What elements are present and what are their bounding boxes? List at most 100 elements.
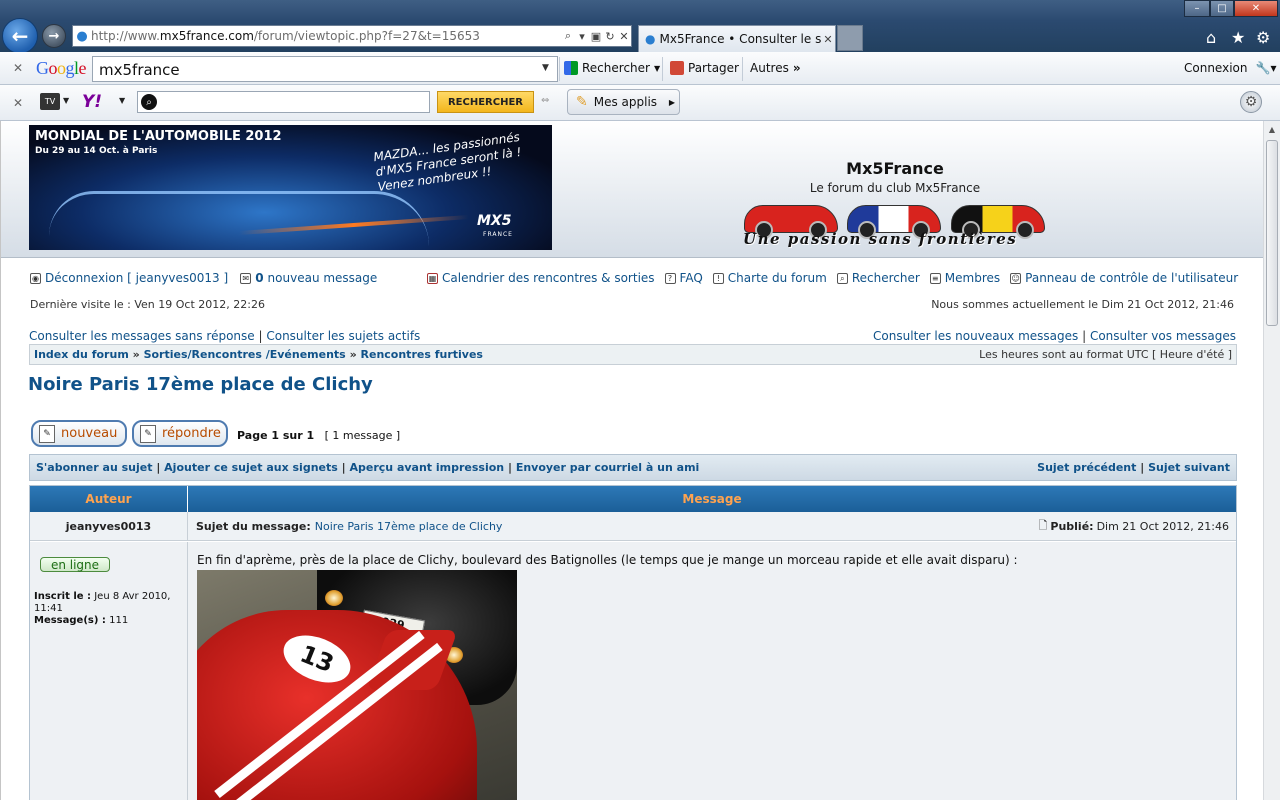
topic-title[interactable]: Noire Paris 17ème place de Clichy bbox=[28, 374, 373, 395]
mx5-logo-sub: FRANCE bbox=[483, 231, 513, 238]
new-topic-button[interactable]: ✎ nouveau bbox=[31, 420, 127, 447]
site-description: Le forum du club Mx5France bbox=[809, 181, 981, 195]
topic-actions-bar: S'abonner au sujet | Ajouter ce sujet au… bbox=[29, 454, 1237, 481]
belgian-car-icon bbox=[951, 205, 1045, 239]
address-bar[interactable]: ● http://www.mx5france.com/forum/viewtop… bbox=[72, 25, 632, 47]
toolbar-divider bbox=[559, 57, 560, 81]
arrow-right-icon: → bbox=[48, 28, 60, 44]
google-search-input[interactable]: mx5france bbox=[92, 56, 558, 82]
yahoo-search-input[interactable] bbox=[137, 91, 430, 113]
post-content: En fin d'aprème, près de la place de Cli… bbox=[188, 542, 1236, 800]
faq-link[interactable]: ? FAQ bbox=[664, 271, 703, 285]
question-icon: ? bbox=[664, 272, 676, 284]
calendar-link[interactable]: ▦ Calendrier des rencontres & sorties bbox=[427, 271, 655, 285]
login-button[interactable]: Connexion 🔧▾ bbox=[1184, 61, 1276, 75]
post-link-icon[interactable]: 🗋 bbox=[1039, 517, 1048, 536]
french-car-icon bbox=[847, 205, 941, 239]
google-search-icon bbox=[564, 61, 578, 75]
logout-link[interactable]: ◉ Déconnexion [ jeanyves0013 ] bbox=[30, 271, 228, 285]
minimize-button[interactable]: – bbox=[1184, 0, 1210, 17]
new-tab-button[interactable] bbox=[837, 25, 863, 51]
maximize-button[interactable]: □ bbox=[1210, 0, 1234, 17]
scrollbar-thumb[interactable] bbox=[1266, 140, 1278, 326]
bookmark-link[interactable]: Ajouter ce sujet aux signets bbox=[164, 461, 338, 474]
settings-gear-icon[interactable]: ⚙ bbox=[1240, 91, 1262, 113]
close-toolbar-icon[interactable]: ✕ bbox=[13, 96, 23, 110]
email-friend-link[interactable]: Envoyer par courriel à un ami bbox=[516, 461, 700, 474]
active-topics-link[interactable]: Consulter les sujets actifs bbox=[266, 329, 420, 343]
event-banner[interactable]: MONDIAL DE L'AUTOMOBILE 2012 Du 29 au 14… bbox=[29, 125, 552, 250]
unanswered-posts-link[interactable]: Consulter les messages sans réponse bbox=[29, 329, 255, 343]
swiss-car-icon bbox=[744, 205, 838, 239]
my-apps-button[interactable]: ✎ Mes applis ▶ bbox=[567, 89, 680, 115]
search-link[interactable]: ⌕ Rechercher bbox=[836, 271, 920, 285]
home-icon[interactable]: ⌂ bbox=[1206, 28, 1216, 47]
print-preview-link[interactable]: Aperçu avant impression bbox=[349, 461, 504, 474]
search-icon[interactable]: ⌕ bbox=[561, 29, 575, 43]
subscribe-link[interactable]: S'abonner au sujet bbox=[36, 461, 152, 474]
previous-topic-link[interactable]: Sujet précédent bbox=[1037, 461, 1136, 474]
forward-button[interactable]: → bbox=[42, 24, 66, 48]
site-title: Mx5France bbox=[846, 159, 944, 178]
share-button[interactable]: Partager bbox=[670, 61, 739, 75]
logout-icon: ◉ bbox=[30, 272, 41, 284]
ucp-link[interactable]: ☺ Panneau de contrôle de l'utilisateur bbox=[1010, 271, 1238, 285]
tools-gear-icon[interactable]: ⚙ bbox=[1256, 28, 1270, 47]
favorites-star-icon[interactable]: ★ bbox=[1231, 28, 1245, 47]
document-icon: ✎ bbox=[140, 424, 156, 443]
chevron-down-icon[interactable]: ▼ bbox=[119, 96, 125, 105]
breadcrumb-category[interactable]: Sorties/Rencontres /Evénements bbox=[144, 348, 346, 361]
dropdown-arrow-icon[interactable]: ▾ bbox=[575, 30, 589, 43]
charter-link[interactable]: ! Charte du forum bbox=[712, 271, 827, 285]
wrench-icon: 🔧▾ bbox=[1255, 61, 1277, 75]
tv-icon[interactable]: TV bbox=[40, 93, 60, 110]
close-toolbar-icon[interactable]: ✕ bbox=[13, 61, 23, 75]
your-posts-link[interactable]: Consulter vos messages bbox=[1090, 329, 1236, 343]
author-panel: en ligne Inscrit le : Jeu 8 Avr 2010, 11… bbox=[30, 542, 188, 800]
breadcrumb-forum-index[interactable]: Index du forum bbox=[34, 348, 129, 361]
tab-active[interactable]: ● Mx5France • Consulter le su... ✕ bbox=[638, 25, 836, 52]
new-posts-link[interactable]: Consulter les nouveaux messages bbox=[873, 329, 1078, 343]
post-author[interactable]: jeanyves0013 bbox=[30, 512, 188, 540]
stop-icon[interactable]: ✕ bbox=[617, 30, 631, 43]
double-chevron-right-icon: » bbox=[792, 61, 801, 75]
banner-dates: Du 29 au 14 Oct. à Paris bbox=[35, 146, 158, 156]
refresh-icon[interactable]: ↻ bbox=[603, 30, 617, 43]
chevron-down-icon[interactable]: ▼ bbox=[542, 63, 549, 73]
drag-handle-icon[interactable]: ⇔ bbox=[541, 95, 549, 106]
address-text[interactable]: http://www.mx5france.com/forum/viewtopic… bbox=[91, 29, 561, 43]
tab-title: Mx5France • Consulter le su... bbox=[659, 32, 821, 46]
new-messages-link[interactable]: ✉ 0 nouveau message bbox=[240, 271, 377, 285]
post-photo[interactable]: 029 13 bbox=[197, 570, 517, 800]
post-subject: Sujet du message: Noire Paris 17ème plac… bbox=[196, 519, 503, 533]
more-button[interactable]: Autres » bbox=[750, 61, 801, 75]
toolbar-divider bbox=[662, 57, 663, 81]
google-plus-share-icon bbox=[670, 61, 684, 75]
scroll-up-arrow-icon[interactable]: ▲ bbox=[1264, 121, 1280, 138]
vertical-scrollbar[interactable]: ▲ bbox=[1263, 121, 1280, 800]
compat-view-icon[interactable]: ▣ bbox=[589, 30, 603, 43]
breadcrumb-forum[interactable]: Rencontres furtives bbox=[361, 348, 483, 361]
calendar-icon: ▦ bbox=[427, 272, 438, 284]
breadcrumb-bar: Index du forum » Sorties/Rencontres /Evé… bbox=[29, 344, 1237, 365]
back-button[interactable]: ← bbox=[2, 18, 38, 54]
toolbar-divider bbox=[742, 57, 743, 81]
user-nav: ◉ Déconnexion [ jeanyves0013 ] ✉ 0 nouveau … bbox=[30, 271, 377, 285]
post-table: Auteur Message jeanyves0013 Sujet du mes… bbox=[29, 485, 1237, 800]
yahoo-search-button[interactable]: RECHERCHER bbox=[437, 91, 534, 113]
chevron-down-icon[interactable]: ▼ bbox=[63, 96, 69, 105]
reply-button[interactable]: ✎ répondre bbox=[132, 420, 228, 447]
yahoo-logo[interactable]: Y! bbox=[82, 92, 102, 112]
user-icon: ☺ bbox=[1010, 272, 1022, 284]
next-topic-link[interactable]: Sujet suivant bbox=[1148, 461, 1230, 474]
members-link[interactable]: ≡ Membres bbox=[929, 271, 1000, 285]
current-time: Nous sommes actuellement le Dim 21 Oct 2… bbox=[931, 298, 1234, 311]
page-viewport: MONDIAL DE L'AUTOMOBILE 2012 Du 29 au 14… bbox=[0, 121, 1263, 800]
google-search-button[interactable]: Rechercher ▼ bbox=[564, 61, 660, 75]
breadcrumb: Index du forum » Sorties/Rencontres /Evé… bbox=[34, 348, 483, 361]
message-count: [ 1 message ] bbox=[324, 429, 401, 442]
tab-close-icon[interactable]: ✕ bbox=[821, 33, 835, 46]
close-window-button[interactable]: ✕ bbox=[1234, 0, 1278, 17]
post-subject-link[interactable]: Noire Paris 17ème place de Clichy bbox=[315, 520, 503, 533]
chevron-right-icon: ▶ bbox=[668, 97, 675, 107]
